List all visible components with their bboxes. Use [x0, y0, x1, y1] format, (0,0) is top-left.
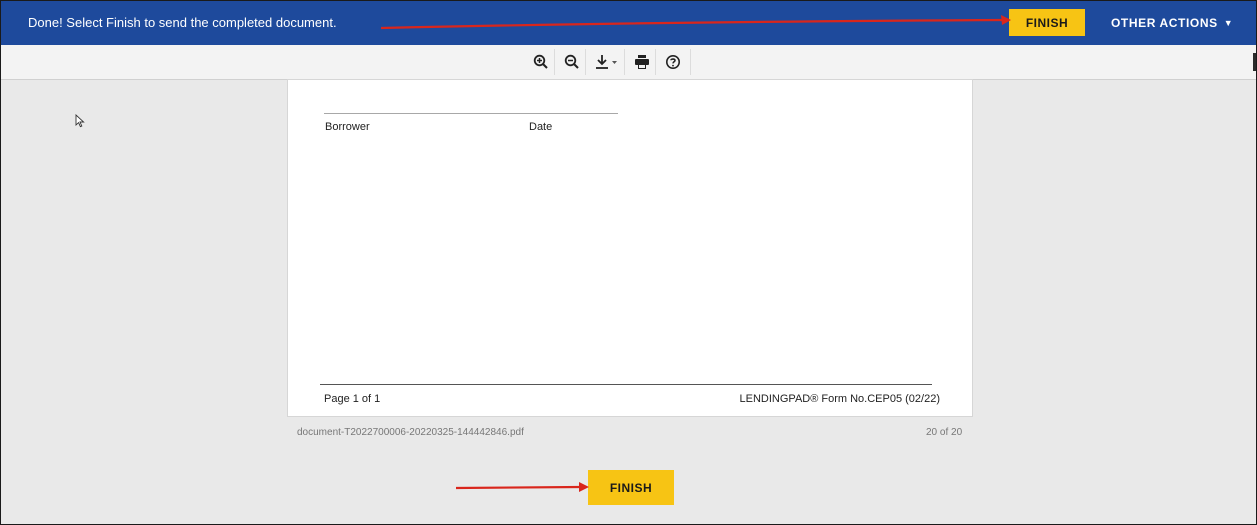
finish-button-top[interactable]: FINISH — [1009, 9, 1085, 36]
other-actions-button[interactable]: OTHER ACTIONS ▼ — [1099, 9, 1245, 36]
toolbar-tools — [528, 48, 695, 76]
scrollbar-edge[interactable] — [1253, 53, 1256, 71]
document-toolbar — [1, 45, 1256, 80]
page-count: 20 of 20 — [926, 427, 963, 438]
download-icon[interactable] — [590, 49, 625, 75]
footer-divider — [320, 384, 932, 385]
form-number: LENDINGPAD® Form No.CEP05 (02/22) — [739, 393, 940, 405]
document-filename: document-T2022700006-20220325-144442846.… — [297, 427, 524, 438]
signature-line — [324, 113, 618, 114]
signing-window: Done! Select Finish to send the complete… — [0, 0, 1257, 525]
completion-message: Done! Select Finish to send the complete… — [28, 15, 337, 30]
mouse-cursor-icon — [75, 113, 85, 133]
zoom-in-icon[interactable] — [528, 49, 555, 75]
zoom-out-icon[interactable] — [559, 49, 586, 75]
print-icon[interactable] — [629, 49, 656, 75]
top-banner: Done! Select Finish to send the complete… — [1, 1, 1256, 45]
finish-button-bottom[interactable]: FINISH — [588, 470, 674, 505]
help-icon[interactable] — [660, 49, 691, 75]
caret-down-icon: ▼ — [1223, 17, 1234, 28]
borrower-label: Borrower — [325, 121, 370, 133]
document-page: Borrower Date Page 1 of 1 LENDINGPAD® Fo… — [287, 79, 973, 417]
page-number: Page 1 of 1 — [324, 393, 381, 405]
arrow-to-bottom-finish-icon — [455, 482, 589, 492]
date-label: Date — [529, 121, 553, 133]
other-actions-label: OTHER ACTIONS — [1111, 15, 1218, 30]
